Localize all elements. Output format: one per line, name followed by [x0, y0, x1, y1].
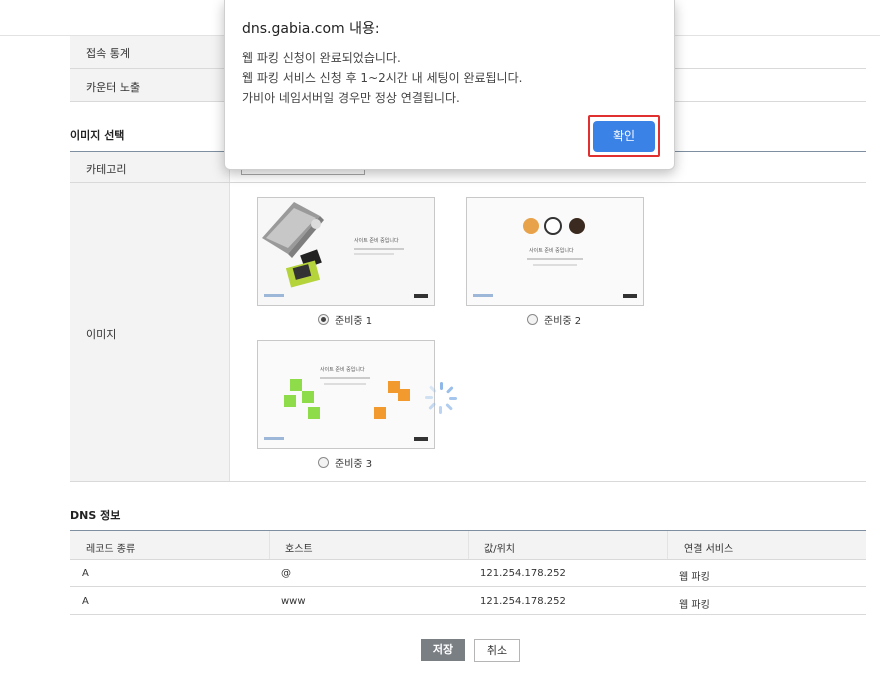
cell-service: 웹 파킹: [679, 572, 710, 583]
svg-text:사이트 준비 중입니다: 사이트 준비 중입니다: [354, 237, 399, 244]
cell-type: A: [82, 596, 89, 607]
thumbnail-3[interactable]: 사이트 준비 중입니다: [257, 340, 435, 449]
thumbnail-2[interactable]: 사이트 준비 중입니다: [466, 197, 644, 306]
col-service: 연결 서비스: [684, 544, 734, 555]
option-1[interactable]: 준비중 1: [318, 312, 372, 327]
cell-value: 121.254.178.252: [480, 596, 566, 607]
option-2-label: 준비중 2: [544, 316, 582, 327]
save-button[interactable]: 저장: [421, 639, 465, 661]
cancel-button[interactable]: 취소: [474, 639, 520, 662]
cell-host: www: [281, 596, 306, 607]
cell-host: @: [281, 568, 291, 579]
table-row: A @ 121.254.178.252 웹 파킹: [70, 559, 866, 587]
dialog-message-line-2: 웹 파킹 서비스 신청 후 1~2시간 내 세팅이 완료됩니다.: [242, 71, 523, 85]
dialog-message-line-3: 가비아 네임서버일 경우만 정상 연결됩니다.: [242, 91, 460, 105]
thumbnail-1[interactable]: 사이트 준비 중입니다: [257, 197, 435, 306]
svg-text:사이트 준비 중입니다: 사이트 준비 중입니다: [529, 247, 574, 254]
radio-option-3[interactable]: [318, 457, 329, 468]
col-record-type: 레코드 종류: [86, 544, 136, 555]
dialog-message-line-1: 웹 파킹 신청이 완료되었습니다.: [242, 51, 401, 65]
col-host: 호스트: [285, 544, 313, 555]
cell-service: 웹 파킹: [679, 600, 710, 611]
radio-option-1[interactable]: [318, 314, 329, 325]
option-1-label: 준비중 1: [335, 316, 373, 327]
option-3-label: 준비중 3: [335, 459, 373, 470]
image-label: 이미지: [86, 328, 117, 341]
loading-spinner-icon: [425, 382, 457, 414]
radio-option-2[interactable]: [527, 314, 538, 325]
alert-dialog: dns.gabia.com 내용: 웹 파킹 신청이 완료되었습니다. 웹 파킹…: [224, 0, 675, 170]
cell-value: 121.254.178.252: [480, 568, 566, 579]
counter-label: 카운터 노출: [86, 81, 141, 94]
access-stats-label: 접속 통계: [86, 47, 130, 60]
dns-section-title: DNS 정보: [70, 509, 121, 522]
laptop-illustration: 사이트 준비 중입니다: [258, 198, 434, 305]
cell-type: A: [82, 568, 89, 579]
dns-table-header: 레코드 종류 호스트 값/위치 연결 서비스: [70, 530, 866, 560]
clock-coffee-illustration: 사이트 준비 중입니다: [467, 198, 643, 305]
sticky-notes-illustration: 사이트 준비 중입니다: [258, 341, 434, 448]
dialog-title: dns.gabia.com 내용:: [242, 21, 380, 37]
table-row: A www 121.254.178.252 웹 파킹: [70, 587, 866, 615]
image-section-title: 이미지 선택: [70, 129, 125, 142]
col-value: 값/위치: [484, 544, 515, 555]
option-3[interactable]: 준비중 3: [318, 455, 372, 470]
svg-text:사이트 준비 중입니다: 사이트 준비 중입니다: [320, 366, 365, 373]
ok-button[interactable]: 확인: [593, 121, 655, 152]
category-label: 카테고리: [86, 163, 127, 176]
option-2[interactable]: 준비중 2: [527, 312, 581, 327]
